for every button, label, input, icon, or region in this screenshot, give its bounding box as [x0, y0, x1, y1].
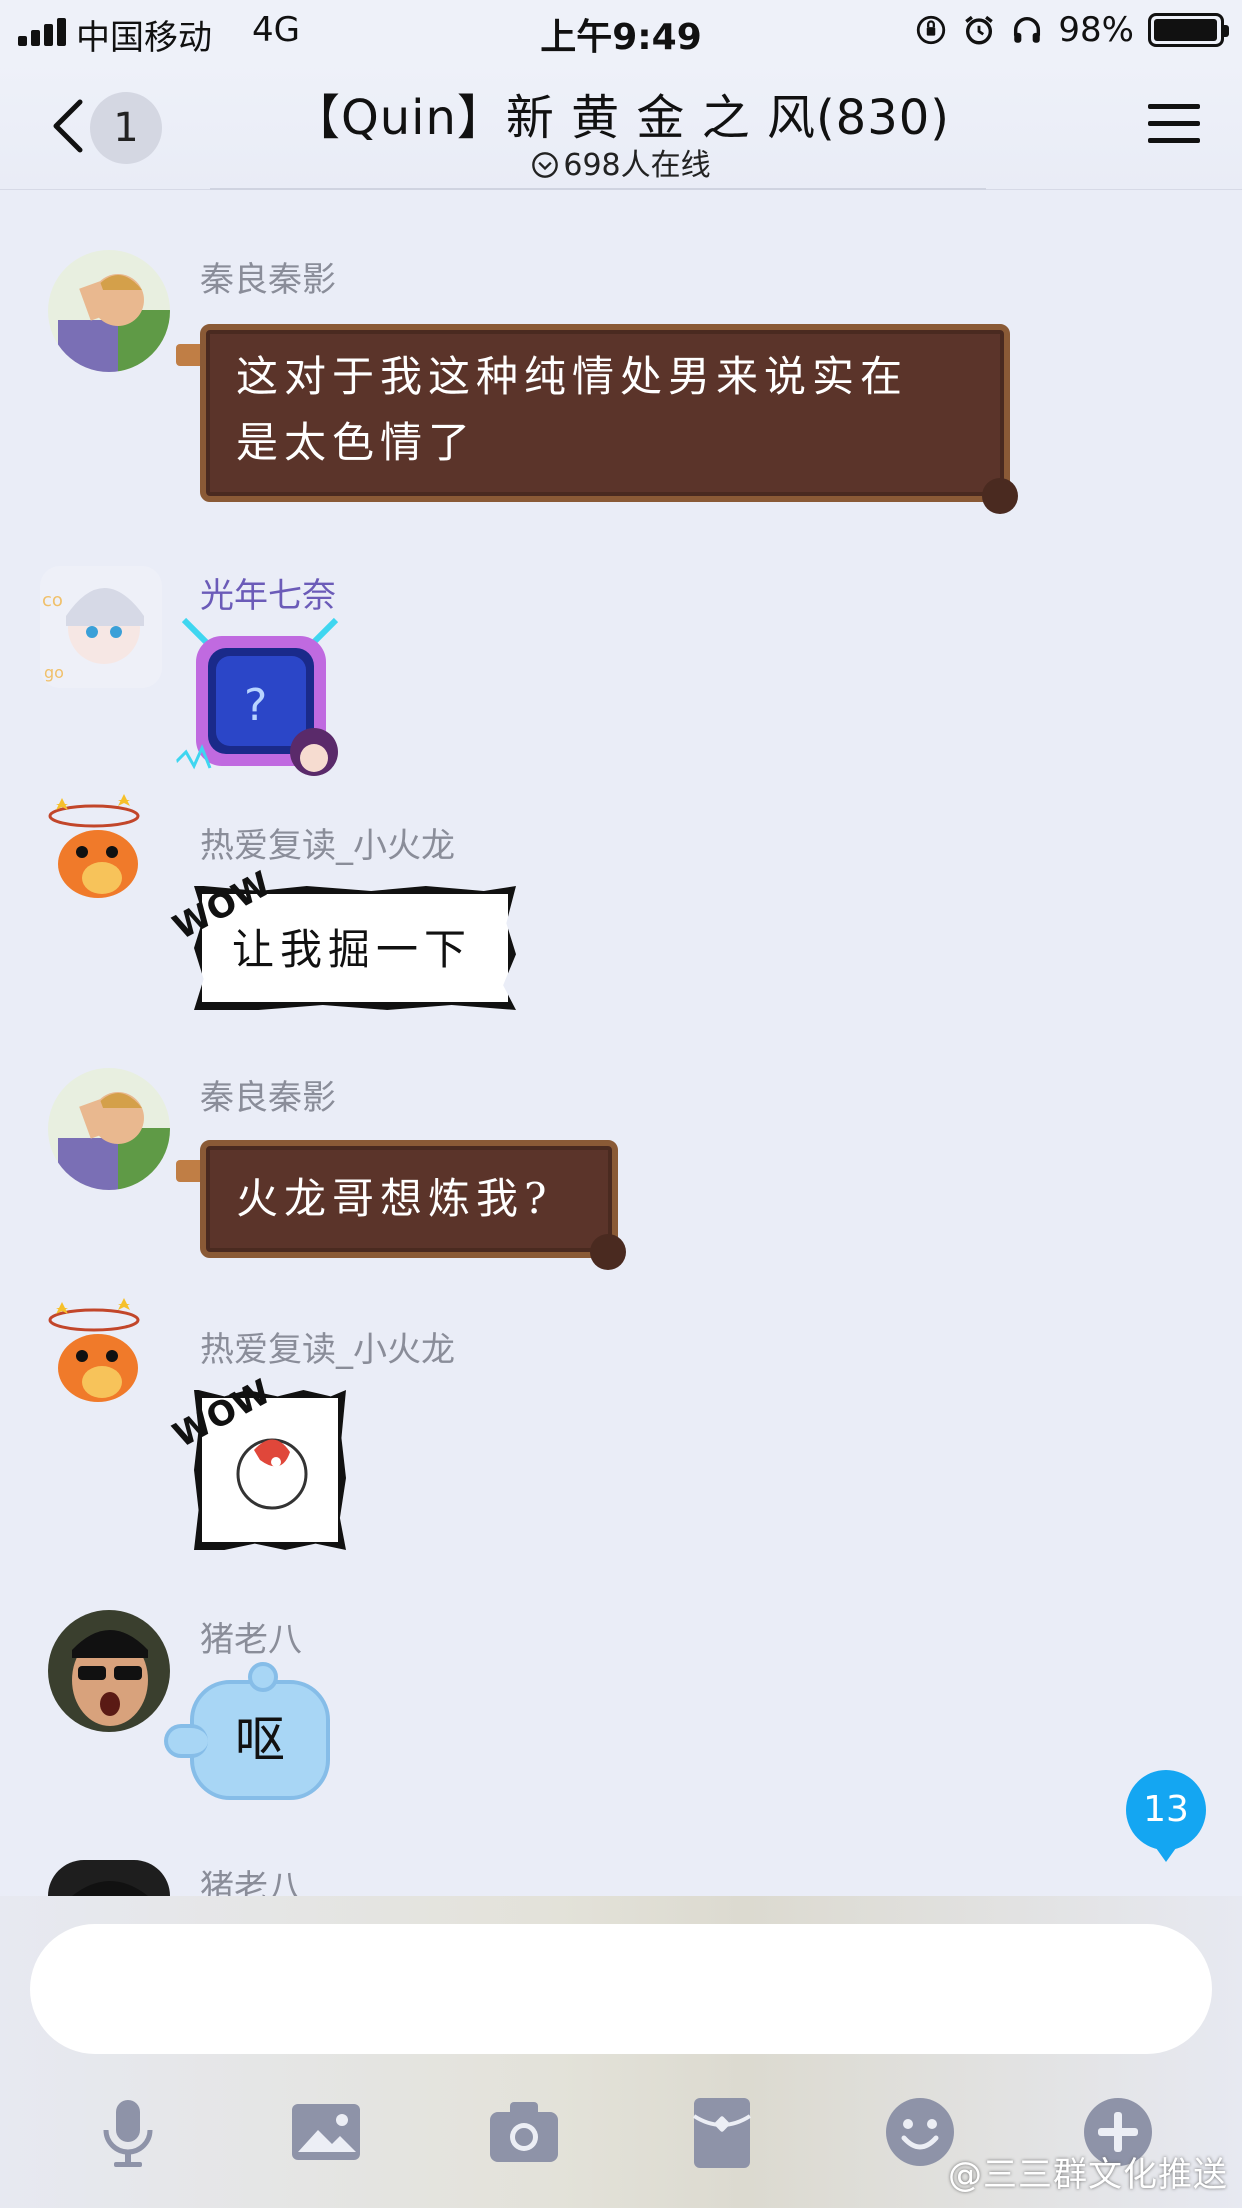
avatar-image: co go	[40, 566, 162, 688]
red-packet-icon[interactable]	[682, 2092, 762, 2172]
battery-fill	[1154, 19, 1217, 41]
menu-icon[interactable]	[1146, 100, 1202, 148]
watermark-text: @三三群文化推送	[948, 2155, 1228, 2195]
new-messages-badge[interactable]: 13	[1126, 1770, 1206, 1862]
chevron-down-circle-icon	[532, 152, 559, 178]
avatar-image	[48, 1610, 170, 1732]
bubble-decoration	[590, 1234, 626, 1270]
svg-text:go: go	[44, 663, 64, 682]
microphone-icon[interactable]	[88, 2092, 168, 2172]
avatar[interactable]	[48, 250, 170, 372]
sender-name: 猪老八	[200, 1620, 302, 1660]
avatar[interactable]	[48, 1610, 170, 1732]
sender-name: 秦良秦影	[200, 1078, 336, 1118]
sender-name: 热爱复读_小火龙	[200, 1330, 455, 1370]
sender-name: 光年七奈	[200, 576, 336, 616]
avatar-image	[34, 1290, 156, 1412]
message-text: 这对于我这种纯情处男来说实在	[236, 352, 909, 401]
sticker-text: ?	[244, 680, 267, 731]
bubble-decoration	[982, 478, 1018, 514]
svg-text:co: co	[42, 590, 63, 611]
status-right-icons: 98%	[914, 10, 1229, 50]
avatar[interactable]	[48, 1860, 170, 1896]
chat-header: 1 【Quin】新 黄 金 之 风(830) 698人在线	[0, 62, 1242, 190]
camera-icon[interactable]	[484, 2092, 564, 2172]
avatar[interactable]	[48, 1068, 170, 1190]
group-title[interactable]: 【Quin】新 黄 金 之 风(830)	[0, 78, 1242, 148]
message-text: 呕	[235, 1711, 285, 1769]
message-text: 让我掘一下	[232, 925, 473, 974]
online-count-text: 698人在线	[563, 148, 711, 183]
sender-name: 热爱复读_小火龙	[200, 826, 455, 866]
avatar[interactable]	[34, 1290, 156, 1412]
message-bubble[interactable]: 这对于我这种纯情处男来说实在 是太色情了	[176, 324, 1018, 514]
message-bubble[interactable]: 火龙哥想炼我?	[176, 1140, 626, 1270]
message-text: 是太色情了	[236, 418, 477, 467]
alarm-icon	[965, 15, 994, 45]
message-bubble[interactable]: 呕	[164, 1662, 330, 1800]
message-input[interactable]	[30, 1924, 1212, 2054]
avatar[interactable]: co go	[40, 566, 162, 688]
online-count[interactable]: 698人在线	[0, 140, 1242, 184]
message-text: 火龙哥想炼我?	[236, 1174, 553, 1223]
avatar-image	[48, 250, 170, 372]
sender-name: 秦良秦影	[200, 260, 336, 300]
divider	[210, 188, 986, 190]
sender-name: 猪老八	[200, 1868, 302, 1896]
battery-percent: 98%	[1058, 10, 1134, 50]
image-icon[interactable]	[286, 2092, 366, 2172]
avatar-image	[48, 1860, 170, 1896]
input-panel: @三三群文化推送	[0, 1896, 1242, 2208]
battery-icon	[1148, 13, 1229, 47]
bubble-decoration	[248, 1662, 278, 1692]
headphones-icon	[1014, 17, 1041, 43]
status-bar: 中国移动 4G 上午9:49 98%	[0, 0, 1242, 62]
sticker-image[interactable]: ?	[176, 612, 346, 782]
avatar[interactable]	[34, 786, 156, 908]
avatar-image	[48, 1068, 170, 1190]
avatar-image	[34, 786, 156, 908]
orientation-lock-icon	[917, 15, 946, 45]
